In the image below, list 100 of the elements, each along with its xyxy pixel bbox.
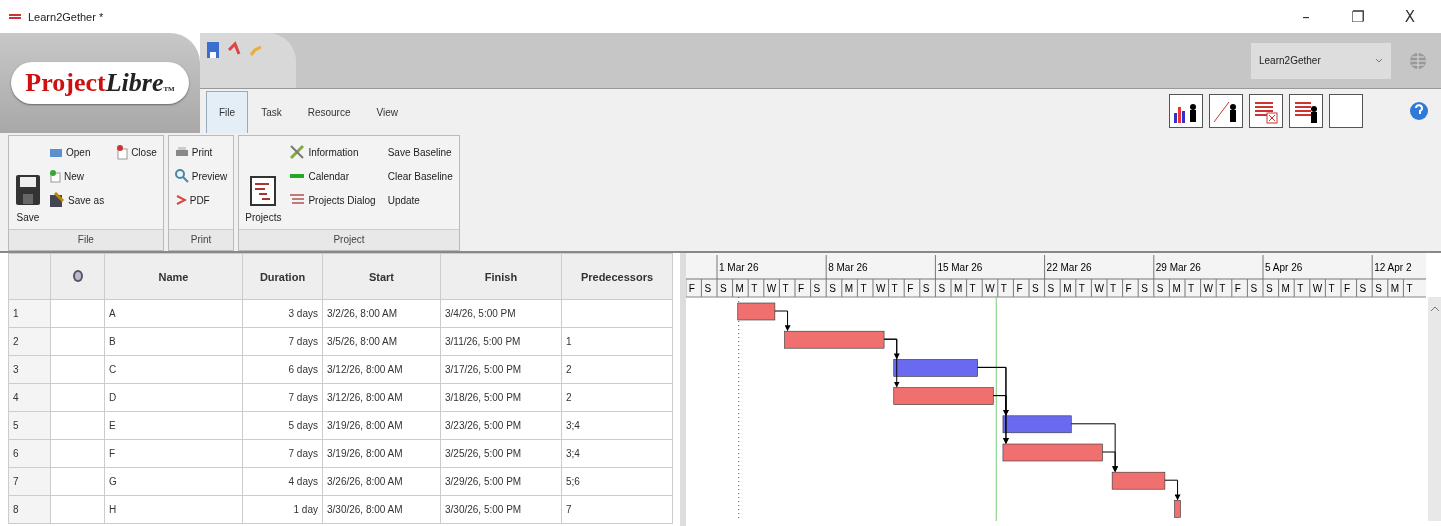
- dependency-arrow: [1164, 479, 1181, 501]
- histogram-view-button[interactable]: [1169, 94, 1203, 128]
- column-header[interactable]: Finish: [440, 253, 562, 300]
- save-icon[interactable]: [206, 41, 220, 59]
- table-cell: 7 days: [242, 439, 323, 468]
- table-cell: 1: [561, 327, 673, 356]
- day-label: F: [907, 283, 914, 294]
- day-label: S: [813, 283, 821, 294]
- group-label: File: [9, 229, 163, 250]
- ribbon-button[interactable]: Close: [114, 140, 159, 164]
- table-cell: E: [104, 411, 243, 440]
- column-header[interactable]: Duration: [242, 253, 323, 300]
- ribbon-button[interactable]: Information: [287, 140, 378, 164]
- day-label: W: [1094, 283, 1104, 294]
- ribbon-button[interactable]: Save Baseline: [385, 140, 455, 164]
- day-label: M: [1281, 283, 1290, 294]
- ribbon-button[interactable]: Preview: [172, 164, 230, 188]
- table-cell: 3/30/26, 5:00 PM: [440, 495, 562, 524]
- ribbon-button[interactable]: Save as: [47, 188, 107, 212]
- task-usage-button[interactable]: [1289, 94, 1323, 128]
- day-label: F: [1234, 283, 1241, 294]
- ribbon-button[interactable]: Clear Baseline: [385, 164, 455, 188]
- ribbon-tab[interactable]: File: [206, 91, 249, 133]
- window-close-button[interactable]: X: [1387, 1, 1433, 32]
- day-label: T: [860, 283, 867, 294]
- save-as-icon: [49, 192, 65, 208]
- table-cell: 3/19/26, 8:00 AM: [322, 439, 441, 468]
- ribbon-button[interactable]: Open: [47, 140, 107, 164]
- undo-icon[interactable]: [226, 41, 242, 57]
- table-cell: 3;4: [561, 411, 673, 440]
- ribbon-button[interactable]: Update: [385, 188, 455, 212]
- row-number: 7: [8, 467, 51, 496]
- day-label: T: [1110, 283, 1117, 294]
- column-header[interactable]: Start: [322, 253, 441, 300]
- tools-icon: [289, 144, 306, 160]
- table-cell: 4 days: [242, 467, 323, 496]
- day-label: S: [720, 283, 727, 294]
- day-label: T: [1219, 283, 1226, 294]
- table-cell: 3/17/26, 5:00 PM: [440, 355, 562, 384]
- row-number: 6: [8, 439, 51, 468]
- day-label: S: [704, 283, 712, 294]
- column-header[interactable]: Name: [104, 253, 243, 300]
- info-icon: [71, 268, 84, 283]
- day-label: W: [985, 283, 995, 294]
- day-label: S: [1156, 283, 1164, 294]
- dependency-arrow: [774, 310, 791, 332]
- column-header[interactable]: Predecessors: [561, 253, 673, 300]
- scrollbar[interactable]: [1428, 297, 1441, 521]
- task-bar[interactable]: [1002, 415, 1072, 434]
- minimize-button[interactable]: –: [1283, 1, 1329, 32]
- week-label: 29 Mar 26: [1155, 262, 1201, 273]
- day-label: S: [1250, 283, 1258, 294]
- day-label: M: [1063, 283, 1072, 294]
- table-cell: 3/11/26, 5:00 PM: [440, 327, 562, 356]
- blank-view-button[interactable]: [1329, 94, 1363, 128]
- day-label: T: [1328, 283, 1335, 294]
- day-label: F: [688, 283, 695, 294]
- help-icon[interactable]: [1409, 100, 1429, 122]
- table-cell: 3/25/26, 5:00 PM: [440, 439, 562, 468]
- table-cell: 3 days: [242, 299, 323, 328]
- table-cell: 7 days: [242, 383, 323, 412]
- ribbon-button[interactable]: Print: [172, 140, 230, 164]
- ribbon-tab[interactable]: Task: [248, 91, 295, 133]
- ribbon-button[interactable]: Save: [13, 140, 43, 225]
- table-cell: 3/5/26, 8:00 AM: [322, 327, 441, 356]
- table-cell: C: [104, 355, 243, 384]
- table-cell: 5;6: [561, 467, 673, 496]
- row-number: 3: [8, 355, 51, 384]
- day-label: M: [735, 283, 744, 294]
- day-label: S: [1141, 283, 1148, 294]
- table-cell: 3;4: [561, 439, 673, 468]
- day-label: T: [1297, 283, 1304, 294]
- day-label: S: [1266, 283, 1273, 294]
- scroll-up-icon[interactable]: [1430, 306, 1440, 312]
- day-label: S: [1359, 283, 1367, 294]
- ribbon-tab[interactable]: Resource: [294, 91, 364, 133]
- ribbon-button[interactable]: Calendar: [287, 164, 378, 188]
- ribbon-button[interactable]: PDF: [172, 188, 230, 212]
- day-label: T: [1188, 283, 1195, 294]
- table-cell: 5 days: [242, 411, 323, 440]
- ribbon-button[interactable]: New: [47, 164, 107, 188]
- project-select[interactable]: Learn2Gether: [1251, 42, 1391, 79]
- usage-graph-button[interactable]: [1209, 94, 1243, 128]
- ribbon-button[interactable]: Projects Dialog: [287, 188, 378, 212]
- resource-table-button[interactable]: [1249, 94, 1283, 128]
- table-cell: 6 days: [242, 355, 323, 384]
- table-cell: 3/12/26, 8:00 AM: [322, 355, 441, 384]
- app-icon: [8, 12, 22, 21]
- ribbon-button[interactable]: Projects: [243, 140, 284, 225]
- day-label: S: [1032, 283, 1039, 294]
- day-label: W: [1203, 283, 1214, 294]
- table-cell: H: [104, 495, 243, 524]
- ribbon-tab[interactable]: View: [363, 91, 411, 133]
- restore-button[interactable]: ❐: [1335, 1, 1381, 32]
- close-document-icon: [116, 144, 129, 160]
- day-label: M: [954, 283, 963, 294]
- table-cell: 3/23/26, 5:00 PM: [440, 411, 562, 440]
- row-number: 8: [8, 495, 51, 524]
- week-label: 5 Apr 26: [1265, 262, 1303, 273]
- day-label: W: [876, 283, 886, 294]
